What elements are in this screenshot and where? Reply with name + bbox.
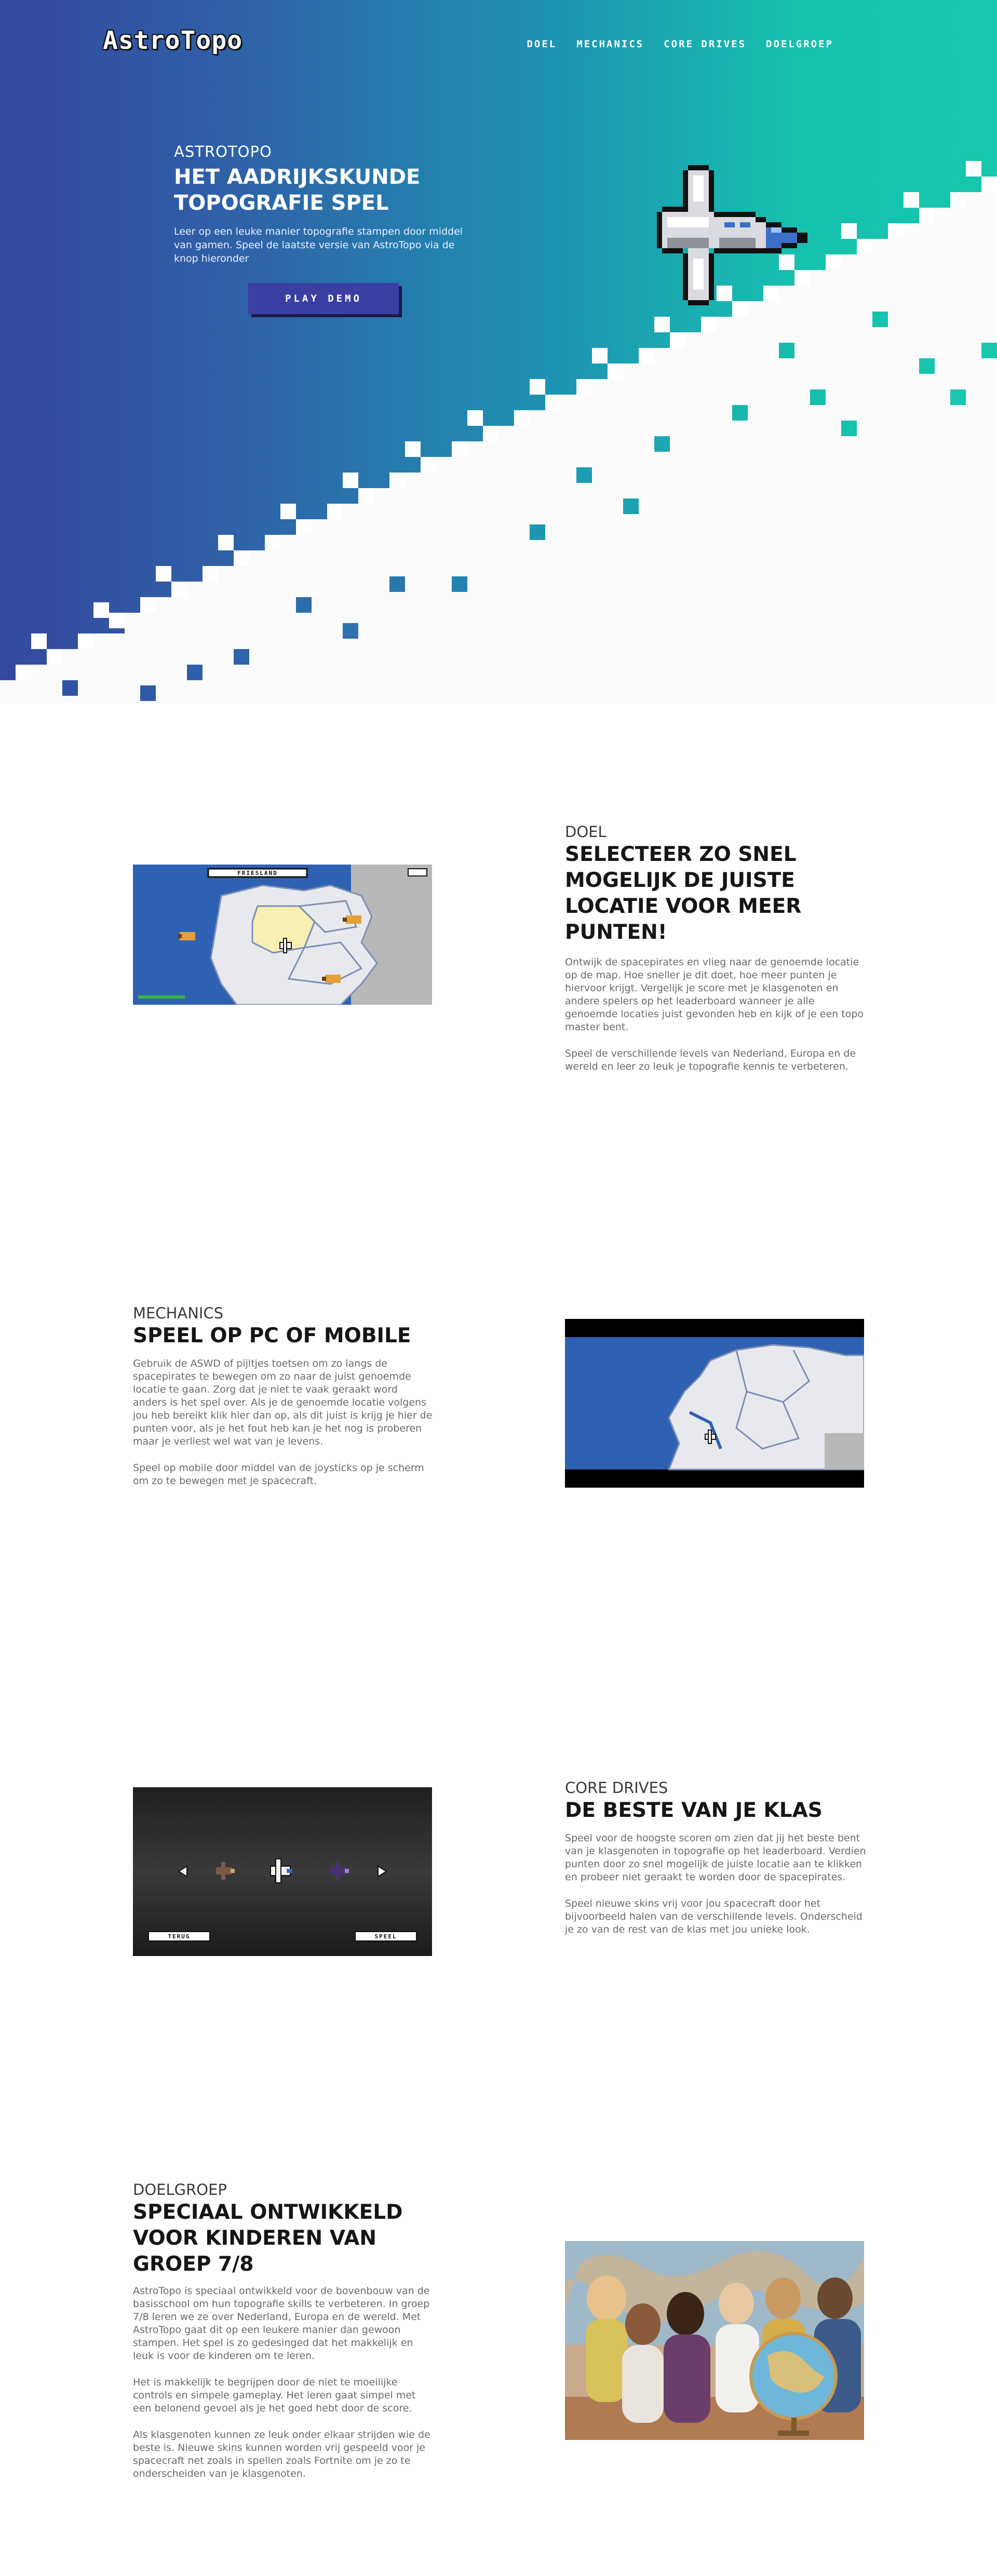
pixel-staircase-decoration [0,161,997,704]
nav-link-core-drives[interactable]: CORE DRIVES [664,38,746,50]
hero-title: HET AADRIJKSKUNDE TOPOGRAFIE SPEL [174,165,421,215]
doel-paragraph-1: Ontwijk de spacepirates en vlieg naar de… [565,956,864,1033]
doel-eyebrow: DOEL [565,823,607,841]
play-demo-button[interactable]: PLAY DEMO [248,283,399,314]
doel-section: DOEL SELECTEER ZO SNEL MOGELIJK DE JUIST… [565,823,866,1073]
doelgroep-paragraph-1: AstroTopo is speciaal ontwikkeld voor de… [133,2285,430,2362]
mechanics-section: MECHANICS SPEEL OP PC OF MOBILE Gebruik … [133,1304,434,1488]
hero-section: AstroTopo DOEL MECHANICS CORE DRIVES DOE… [0,0,997,704]
mechanics-eyebrow: MECHANICS [133,1304,224,1322]
doelgroep-paragraph-3: Als klasgenoten kunnen ze leuk onder elk… [133,2429,430,2479]
doelgroep-eyebrow: DOELGROEP [133,2181,227,2199]
mechanics-title: SPEEL OP PC OF MOBILE [133,1324,411,1347]
doelgroep-title: SPECIAAL ONTWIKKELD VOOR KINDEREN VAN GR… [133,2201,403,2276]
doel-title: SELECTEER ZO SNEL MOGELIJK DE JUISTE LOC… [565,843,802,944]
pirate-ship-icon [178,932,195,940]
core-drives-eyebrow: CORE DRIVES [565,1779,668,1797]
logo[interactable]: AstroTopo [103,26,242,55]
spaceship-illustration [657,165,807,305]
nav-link-doelgroep[interactable]: DOELGROEP [766,38,833,50]
back-button-label: TERUG [168,1933,190,1940]
nav-link-mechanics[interactable]: MECHANICS [576,38,644,50]
core-drives-paragraph-1: Speel voor de hoogste scoren om zien dat… [565,1832,866,1883]
doel-paragraph-2: Speel de verschillende levels van Nederl… [565,1048,856,1072]
nav-link-doel[interactable]: DOEL [527,38,557,50]
mechanics-paragraph-2: Speel op mobile door middel van de joyst… [133,1462,424,1487]
hero-description: Leer op een leuke manier topografie stam… [174,226,463,264]
mechanics-gameplay-video[interactable] [565,1319,864,1488]
map-location-label: FRIESLAND [237,870,278,876]
play-button-label: SPEEL [374,1933,397,1940]
core-drives-paragraph-2: Speel nieuwe skins vrij voor jou spacecr… [565,1898,863,1935]
children-with-globe-photo [565,2241,864,2440]
doelgroep-paragraph-2: Het is makkelijk te begrijpen door de ni… [133,2377,416,2414]
doelgroep-section: DOELGROEP SPECIAAL ONTWIKKELD VOOR KINDE… [133,2181,434,2480]
doel-gameplay-screenshot: FRIESLAND [133,865,432,1005]
main-nav: DOEL MECHANICS CORE DRIVES DOELGROEP [527,38,833,50]
core-drives-title: DE BESTE VAN JE KLAS [565,1799,823,1822]
mechanics-paragraph-1: Gebruik de ASWD of pijltjes toetsen om z… [133,1358,433,1447]
hero-eyebrow: ASTROTOPO [174,143,272,160]
core-drives-section: CORE DRIVES DE BESTE VAN JE KLAS Speel v… [565,1779,866,1936]
skin-selection-screenshot: TERUG SPEEL [133,1787,432,1956]
